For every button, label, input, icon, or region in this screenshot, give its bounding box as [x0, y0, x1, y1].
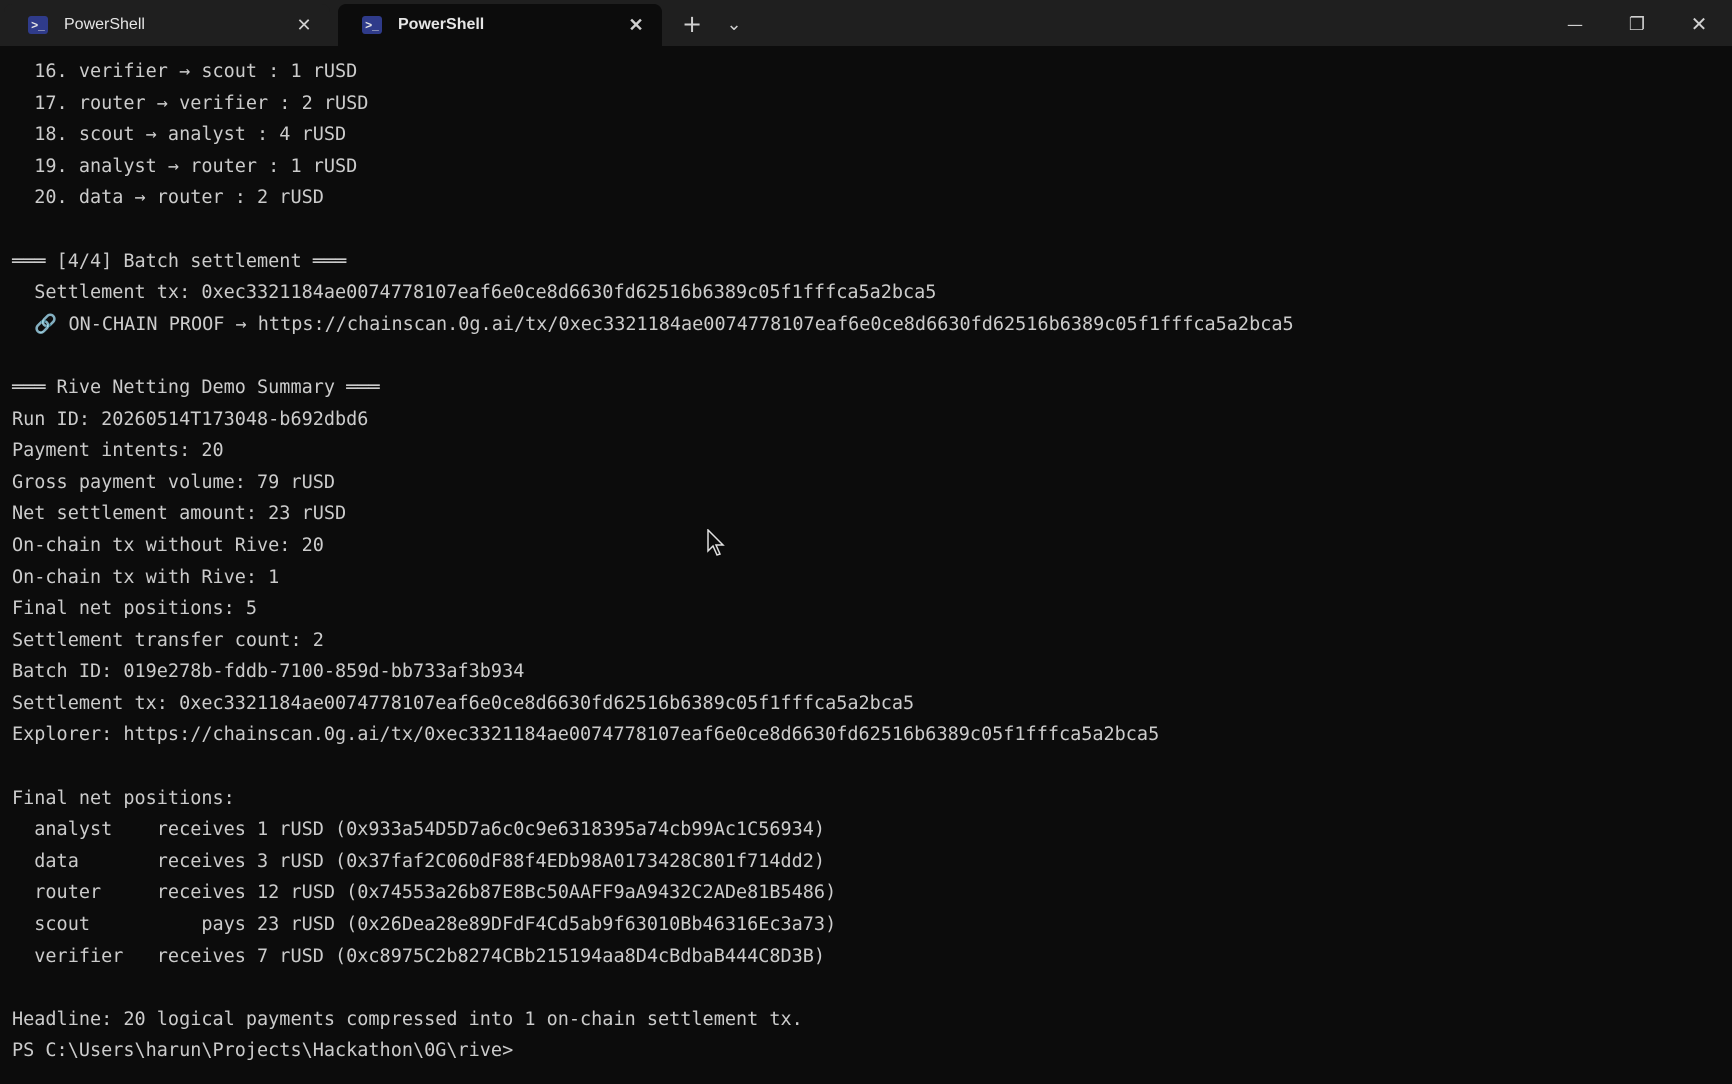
new-tab-button[interactable]: + — [672, 6, 712, 42]
terminal-line: Batch ID: 019e278b-fddb-7100-859d-bb733a… — [12, 661, 525, 683]
terminal-line: 17. router → verifier : 2 rUSD — [12, 92, 369, 114]
terminal-line: analyst receives 1 rUSD (0x933a54D5D7a6c… — [12, 819, 826, 841]
terminal-line: 18. scout → analyst : 4 rUSD — [12, 124, 347, 146]
close-tab-button[interactable]: ✕ — [624, 13, 648, 37]
terminal-line: 🔗 ON-CHAIN PROOF → https://chainscan.0g.… — [12, 313, 1294, 335]
terminal-line: On-chain tx without Rive: 20 — [12, 534, 324, 556]
terminal-line: PS C:\Users\harun\Projects\Hackathon\0G\… — [12, 1040, 514, 1062]
terminal-line: 19. analyst → router : 1 rUSD — [12, 155, 358, 177]
tab-dropdown-button[interactable]: ⌄ — [714, 6, 754, 42]
powershell-icon: >_ — [28, 16, 48, 34]
terminal-line: data receives 3 rUSD (0x37faf2C060dF88f4… — [12, 850, 826, 872]
terminal-line: Gross payment volume: 79 rUSD — [12, 471, 336, 493]
restore-button[interactable]: ❐ — [1617, 6, 1657, 42]
terminal-line: scout pays 23 rUSD (0x26Dea28e89DFdF4Cd5… — [12, 914, 837, 936]
close-tab-button[interactable]: ✕ — [292, 13, 316, 37]
terminal-line: Settlement transfer count: 2 — [12, 629, 324, 651]
minimize-button[interactable]: — — [1555, 6, 1595, 42]
terminal-line: Explorer: https://chainscan.0g.ai/tx/0xe… — [12, 724, 1160, 746]
terminal-line: ═══ Rive Netting Demo Summary ═══ — [12, 376, 380, 398]
terminal-line: 16. verifier → scout : 1 rUSD — [12, 61, 358, 82]
terminal-line: 20. data → router : 2 rUSD — [12, 187, 324, 209]
terminal-line: On-chain tx with Rive: 1 — [12, 566, 280, 588]
close-window-button[interactable]: ✕ — [1679, 6, 1719, 42]
tab-label: PowerShell — [398, 16, 485, 33]
mouse-cursor-icon — [707, 529, 725, 556]
terminal-line: router receives 12 rUSD (0x74553a26b87E8… — [12, 882, 837, 904]
terminal-line: Settlement tx: 0xec3321184ae0074778107ea… — [12, 692, 915, 714]
terminal-line: Net settlement amount: 23 rUSD — [12, 503, 347, 525]
terminal-output[interactable]: 16. verifier → scout : 1 rUSD 17. router… — [12, 56, 1294, 1067]
powershell-icon: >_ — [362, 16, 382, 34]
terminal-line: Final net positions: 5 — [12, 598, 258, 620]
title-bar: >_ PowerShell ✕ >_ PowerShell ✕ + ⌄ — ❐ … — [0, 0, 1732, 46]
tab-label: PowerShell — [64, 16, 145, 33]
tab-powershell-1[interactable]: >_ PowerShell ✕ — [4, 4, 330, 46]
terminal-line: Final net positions: — [12, 787, 235, 809]
terminal-line: Run ID: 20260514T173048-b692dbd6 — [12, 408, 369, 430]
terminal-line: ═══ [4/4] Batch settlement ═══ — [12, 250, 347, 272]
terminal-line: Headline: 20 logical payments compressed… — [12, 1008, 803, 1030]
terminal-line: verifier receives 7 rUSD (0xc8975C2b8274… — [12, 945, 826, 967]
terminal-line: Settlement tx: 0xec3321184ae0074778107ea… — [12, 282, 937, 304]
tab-powershell-2[interactable]: >_ PowerShell ✕ — [338, 4, 662, 46]
terminal-line: Payment intents: 20 — [12, 440, 224, 462]
